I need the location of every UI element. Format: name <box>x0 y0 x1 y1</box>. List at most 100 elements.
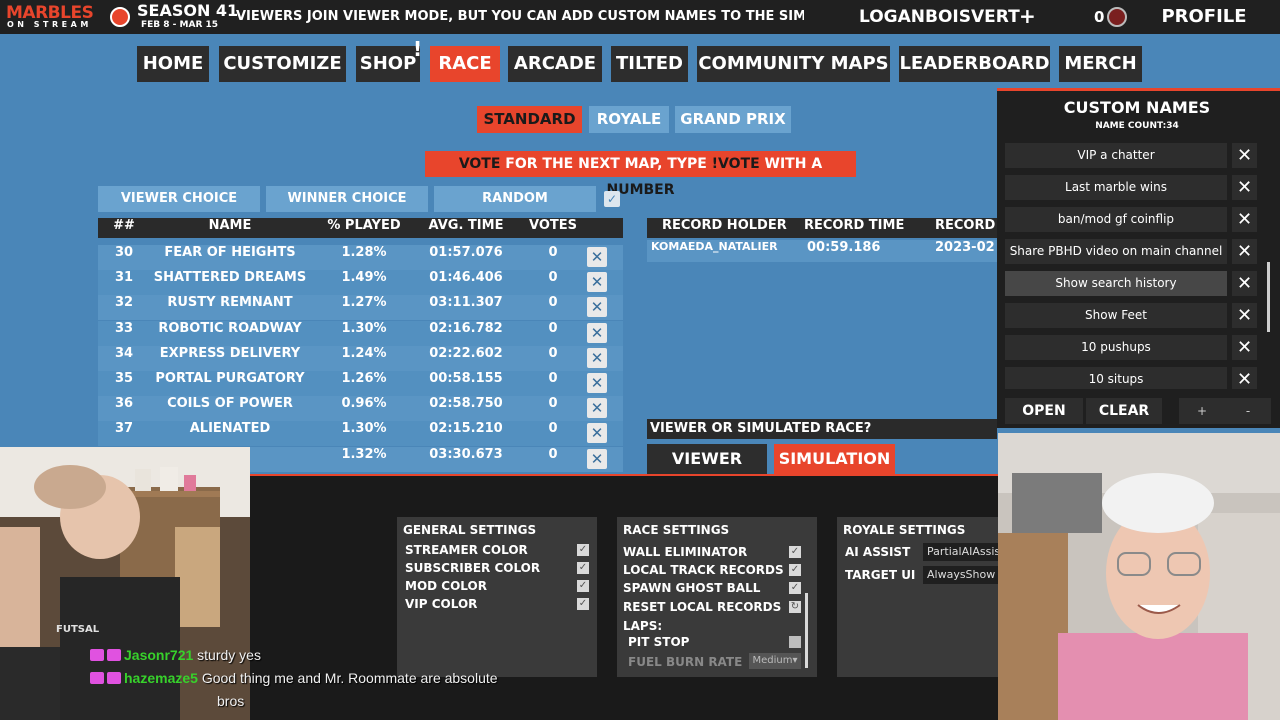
nav-leaderboard[interactable]: LEADERBOARD <box>899 46 1050 82</box>
vote-banner-text: FOR THE NEXT MAP, TYPE <box>500 156 712 172</box>
remove-map-icon[interactable]: ✕ <box>587 272 607 293</box>
target-ui-dropdown[interactable]: AlwaysShow <box>923 566 998 584</box>
remove-name-icon[interactable]: ✕ <box>1232 239 1257 264</box>
map-played: 1.30% <box>341 320 387 336</box>
nav-merch[interactable]: MERCH <box>1059 46 1142 82</box>
map-avg-time: 00:58.155 <box>429 371 503 386</box>
profile-button[interactable]: PROFILE <box>1140 0 1268 34</box>
race-settings-title: RACE SETTINGS <box>623 523 730 537</box>
clear-button[interactable]: CLEAR <box>1086 398 1162 424</box>
ai-assist-dropdown[interactable]: PartialAIAssist <box>923 543 998 561</box>
map-votes: 0 <box>548 421 558 437</box>
col-record-holder: RECORD HOLDER <box>662 218 787 233</box>
table-row[interactable]: 37 ALIENATED 1.30% 02:15.210 0 ✕ <box>98 421 623 447</box>
streamer-color-checkbox[interactable]: ✓ <box>577 544 589 556</box>
remove-name-icon[interactable]: ✕ <box>1232 303 1257 328</box>
race-settings-scrollbar[interactable] <box>805 593 808 668</box>
remove-map-icon[interactable]: ✕ <box>587 448 607 469</box>
map-votes: 0 <box>548 396 558 412</box>
map-name: COILS OF POWER <box>167 396 293 412</box>
custom-names-list[interactable]: VIP a chatter ✕ Last marble wins ✕ ban/mod g… <box>997 143 1280 389</box>
chat-username[interactable]: Jasonr721 <box>124 647 193 663</box>
open-button[interactable]: OPEN <box>1005 398 1083 424</box>
map-avg-time: 02:15.210 <box>429 421 503 437</box>
wall-eliminator-checkbox[interactable]: ✓ <box>789 546 801 558</box>
local-track-records-checkbox[interactable]: ✓ <box>789 564 801 576</box>
marbles-logo[interactable]: MARBLES ON STREAM <box>6 3 130 31</box>
remove-map-icon[interactable]: ✕ <box>587 423 607 444</box>
remove-name-icon[interactable]: ✕ <box>1232 175 1257 200</box>
pit-stop-checkbox[interactable] <box>789 636 801 648</box>
table-row[interactable]: 35 PORTAL PURGATORY 1.26% 00:58.155 0 ✕ <box>98 371 623 396</box>
map-votes: 0 <box>548 270 558 286</box>
simulation-mode-button[interactable]: SIMULATION <box>774 444 895 474</box>
custom-name-item[interactable]: 10 pushups <box>1005 335 1227 360</box>
vip-color-label: VIP COLOR <box>405 597 478 611</box>
marble-icon <box>110 7 130 27</box>
viewer-mode-button[interactable]: VIEWER <box>647 444 767 474</box>
map-votes: 0 <box>548 345 558 361</box>
remove-name-icon[interactable]: ✕ <box>1232 335 1257 360</box>
table-row[interactable]: 31 SHATTERED DREAMS 1.49% 01:46.406 0 ✕ <box>98 270 623 296</box>
remove-map-icon[interactable]: ✕ <box>587 297 607 318</box>
custom-names-scrollbar[interactable] <box>1267 262 1270 332</box>
custom-name-item[interactable]: Share PBHD video on main channel <box>1005 239 1227 264</box>
table-row[interactable]: 33 ROBOTIC ROADWAY 1.30% 02:16.782 0 ✕ <box>98 320 623 346</box>
map-name: ALIENATED <box>189 421 271 437</box>
map-name: PORTAL PURGATORY <box>155 371 305 386</box>
nav-race[interactable]: RACE <box>430 46 500 82</box>
remove-name-icon[interactable]: ✕ <box>1232 143 1257 168</box>
remove-map-icon[interactable]: ✕ <box>587 322 607 343</box>
custom-name-item[interactable]: 10 situps <box>1005 367 1227 389</box>
vote-banner-command: !VOTE <box>711 156 760 172</box>
tab-royale[interactable]: ROYALE <box>589 106 669 133</box>
remove-name-icon[interactable]: ✕ <box>1232 271 1257 296</box>
mod-color-checkbox[interactable]: ✓ <box>577 580 589 592</box>
vip-color-checkbox[interactable]: ✓ <box>577 598 589 610</box>
remove-name-icon[interactable]: ✕ <box>1232 207 1257 232</box>
chat-username[interactable]: hazemaze5 <box>124 670 198 686</box>
remove-map-icon[interactable]: ✕ <box>587 373 607 393</box>
nav-community-maps[interactable]: COMMUNITY MAPS <box>697 46 890 82</box>
custom-name-item[interactable]: Last marble wins <box>1005 175 1227 200</box>
remove-map-icon[interactable]: ✕ <box>587 398 607 419</box>
spawn-ghost-ball-checkbox[interactable]: ✓ <box>789 582 801 594</box>
reset-local-records-label: RESET LOCAL RECORDS <box>623 600 782 614</box>
custom-name-item[interactable]: VIP a chatter <box>1005 143 1227 168</box>
season-dates: FEB 8 - MAR 15 <box>141 20 219 30</box>
map-votes: 0 <box>548 295 558 311</box>
custom-name-item[interactable]: Show Feet <box>1005 303 1227 328</box>
map-number: 35 <box>114 371 134 386</box>
map-number: 37 <box>114 421 134 437</box>
fuel-burn-rate-select[interactable]: Medium▾ <box>749 653 801 669</box>
remove-name-icon[interactable]: ✕ <box>1232 367 1257 389</box>
remove-name-button[interactable]: - <box>1225 398 1271 424</box>
reset-icon[interactable]: ↻ <box>789 601 801 613</box>
map-avg-time: 02:22.602 <box>429 345 503 361</box>
custom-name-item[interactable]: Show search history <box>1005 271 1227 296</box>
remove-map-icon[interactable]: ✕ <box>587 347 607 368</box>
tab-standard[interactable]: STANDARD <box>477 106 582 133</box>
nav-home[interactable]: HOME <box>137 46 209 82</box>
winner-choice-button[interactable]: WINNER CHOICE <box>266 186 428 212</box>
nav-customize[interactable]: CUSTOMIZE <box>219 46 346 82</box>
subscriber-color-checkbox[interactable]: ✓ <box>577 562 589 574</box>
random-button[interactable]: RANDOM <box>434 186 596 212</box>
custom-name-item[interactable]: ban/mod gf coinflip <box>1005 207 1227 232</box>
add-name-button[interactable]: + <box>1179 398 1225 424</box>
map-number: 36 <box>114 396 134 412</box>
table-row[interactable]: 32 RUSTY REMNANT 1.27% 03:11.307 0 ✕ <box>98 295 623 321</box>
remove-map-icon[interactable]: ✕ <box>587 247 607 267</box>
nav-tilted[interactable]: TILTED <box>611 46 688 82</box>
subscriber-color-label: SUBSCRIBER COLOR <box>405 561 541 575</box>
tab-grand-prix[interactable]: GRAND PRIX <box>675 106 791 133</box>
table-row[interactable]: 34 EXPRESS DELIVERY 1.24% 02:22.602 0 ✕ <box>98 345 623 371</box>
table-row[interactable]: 36 COILS OF POWER 0.96% 02:58.750 0 ✕ <box>98 396 623 422</box>
nav-shop[interactable]: SHOP <box>356 46 420 82</box>
add-button[interactable]: + <box>1019 4 1036 28</box>
viewer-choice-button[interactable]: VIEWER CHOICE <box>98 186 260 212</box>
nav-arcade[interactable]: ARCADE <box>508 46 602 82</box>
random-checkbox[interactable]: ✓ <box>604 191 620 207</box>
race-mode-label: VIEWER OR SIMULATED RACE? <box>647 419 997 439</box>
table-row[interactable]: 30 FEAR OF HEIGHTS 1.28% 01:57.076 0 ✕ <box>98 245 623 270</box>
